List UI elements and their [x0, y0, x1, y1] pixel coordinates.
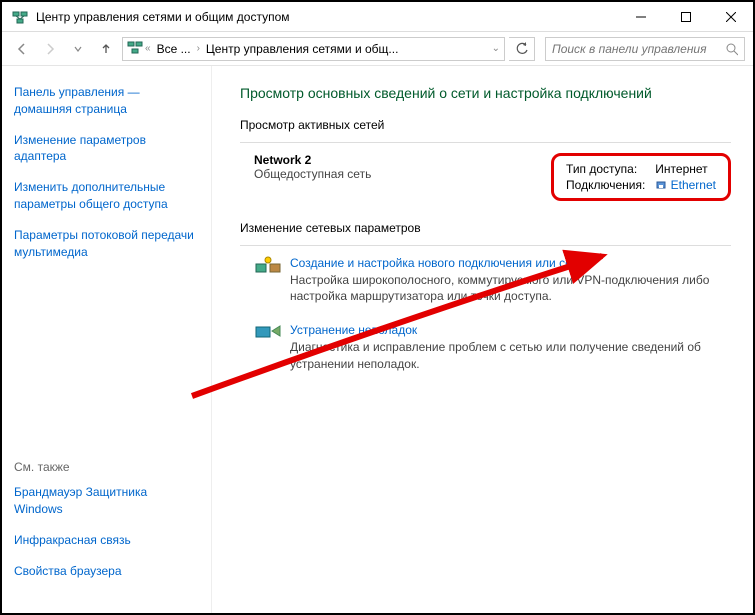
search-icon [725, 42, 738, 56]
chevron-right-icon: › [197, 43, 200, 54]
forward-button[interactable] [38, 37, 62, 61]
main-content: Просмотр основных сведений о сети и наст… [212, 66, 753, 613]
new-connection-icon [254, 256, 282, 276]
network-center-icon [127, 39, 143, 58]
sidebar-streaming-link[interactable]: Параметры потоковой передачи мультимедиа [14, 227, 199, 261]
maximize-button[interactable] [663, 2, 708, 31]
titlebar: Центр управления сетями и общим доступом [2, 2, 753, 32]
access-value: Интернет [655, 162, 716, 176]
task-new-connection-link[interactable]: Создание и настройка нового подключения … [290, 256, 584, 270]
troubleshoot-icon [254, 323, 282, 343]
task-troubleshoot: Устранение неполадок Диагностика и испра… [254, 323, 731, 373]
connection-highlight-box: Тип доступа: Интернет Подключения: Ether… [551, 153, 731, 201]
change-settings-label: Изменение сетевых параметров [240, 221, 731, 235]
window-title: Центр управления сетями и общим доступом [36, 10, 618, 24]
network-row: Network 2 Общедоступная сеть Тип доступа… [254, 153, 731, 201]
network-type: Общедоступная сеть [254, 167, 551, 181]
network-center-icon [12, 9, 28, 25]
breadcrumb-item[interactable]: Центр управления сетями и общ... [202, 42, 402, 56]
page-title: Просмотр основных сведений о сети и наст… [240, 84, 731, 104]
sidebar-firewall-link[interactable]: Брандмауэр Защитника Windows [14, 484, 199, 518]
ethernet-link[interactable]: Ethernet [671, 178, 716, 192]
search-field[interactable] [552, 42, 725, 56]
sidebar-sharing-link[interactable]: Изменить дополнительные параметры общего… [14, 179, 199, 213]
minimize-button[interactable] [618, 2, 663, 31]
sidebar-infrared-link[interactable]: Инфракрасная связь [14, 532, 199, 549]
back-button[interactable] [10, 37, 34, 61]
divider [240, 245, 731, 246]
task-troubleshoot-link[interactable]: Устранение неполадок [290, 323, 417, 337]
see-also-label: См. также [14, 460, 199, 474]
task-troubleshoot-desc: Диагностика и исправление проблем с сеть… [290, 339, 731, 373]
breadcrumb-item[interactable]: Все ... [153, 42, 195, 56]
task-new-connection-desc: Настройка широкополосного, коммутируемог… [290, 272, 731, 306]
network-name: Network 2 [254, 153, 551, 167]
navbar: « Все ... › Центр управления сетями и об… [2, 32, 753, 66]
sidebar: Панель управления — домашняя страница Из… [2, 66, 212, 613]
access-label: Тип доступа: [566, 162, 645, 176]
close-button[interactable] [708, 2, 753, 31]
chevron-down-icon[interactable]: ⌄ [492, 43, 500, 54]
breadcrumb[interactable]: « Все ... › Центр управления сетями и об… [122, 37, 505, 61]
active-networks-label: Просмотр активных сетей [240, 118, 731, 132]
up-button[interactable] [94, 37, 118, 61]
sidebar-home-link[interactable]: Панель управления — домашняя страница [14, 84, 199, 118]
refresh-button[interactable] [509, 37, 535, 61]
task-new-connection: Создание и настройка нового подключения … [254, 256, 731, 306]
sidebar-adapter-link[interactable]: Изменение параметров адаптера [14, 132, 199, 166]
divider [240, 142, 731, 143]
ethernet-icon [655, 179, 667, 191]
sidebar-browser-link[interactable]: Свойства браузера [14, 563, 199, 580]
search-input[interactable] [545, 37, 745, 61]
connections-label: Подключения: [566, 178, 645, 192]
recent-button[interactable] [66, 37, 90, 61]
